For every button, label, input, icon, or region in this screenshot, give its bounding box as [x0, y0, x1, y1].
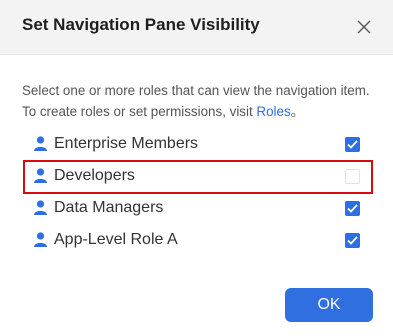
role-label: Enterprise Members [54, 135, 199, 152]
check-icon [347, 204, 358, 213]
role-checkbox-data-managers[interactable] [345, 201, 360, 216]
role-row-developers[interactable]: Developers [0, 160, 393, 192]
role-row-enterprise-members[interactable]: Enterprise Members [0, 128, 393, 160]
check-icon [347, 236, 358, 245]
role-label: Data Managers [54, 199, 164, 216]
person-icon [34, 232, 47, 247]
description-text: Select one or more roles that can view t… [22, 83, 370, 119]
person-icon [34, 136, 47, 151]
person-icon [34, 200, 47, 215]
close-icon[interactable] [355, 18, 373, 36]
roles-link[interactable]: Roles [256, 104, 290, 119]
role-list: Enterprise Members Developers Data Manag… [0, 128, 393, 256]
role-row-app-level-role-a[interactable]: App-Level Role A [0, 224, 393, 256]
role-checkbox-enterprise-members[interactable] [345, 137, 360, 152]
navigation-visibility-dialog: Set Navigation Pane Visibility Select on… [0, 0, 393, 336]
role-label: App-Level Role A [54, 231, 178, 248]
ok-button[interactable]: OK [285, 288, 373, 322]
description-end: 。 [290, 104, 305, 119]
person-icon [34, 168, 47, 183]
dialog-description: Select one or more roles that can view t… [22, 80, 372, 122]
dialog-header: Set Navigation Pane Visibility [0, 0, 393, 55]
check-icon [347, 140, 358, 149]
role-label: Developers [54, 167, 135, 184]
role-row-data-managers[interactable]: Data Managers [0, 192, 393, 224]
role-checkbox-app-level-role-a[interactable] [345, 233, 360, 248]
dialog-title: Set Navigation Pane Visibility [22, 15, 260, 34]
role-checkbox-developers[interactable] [345, 169, 360, 184]
